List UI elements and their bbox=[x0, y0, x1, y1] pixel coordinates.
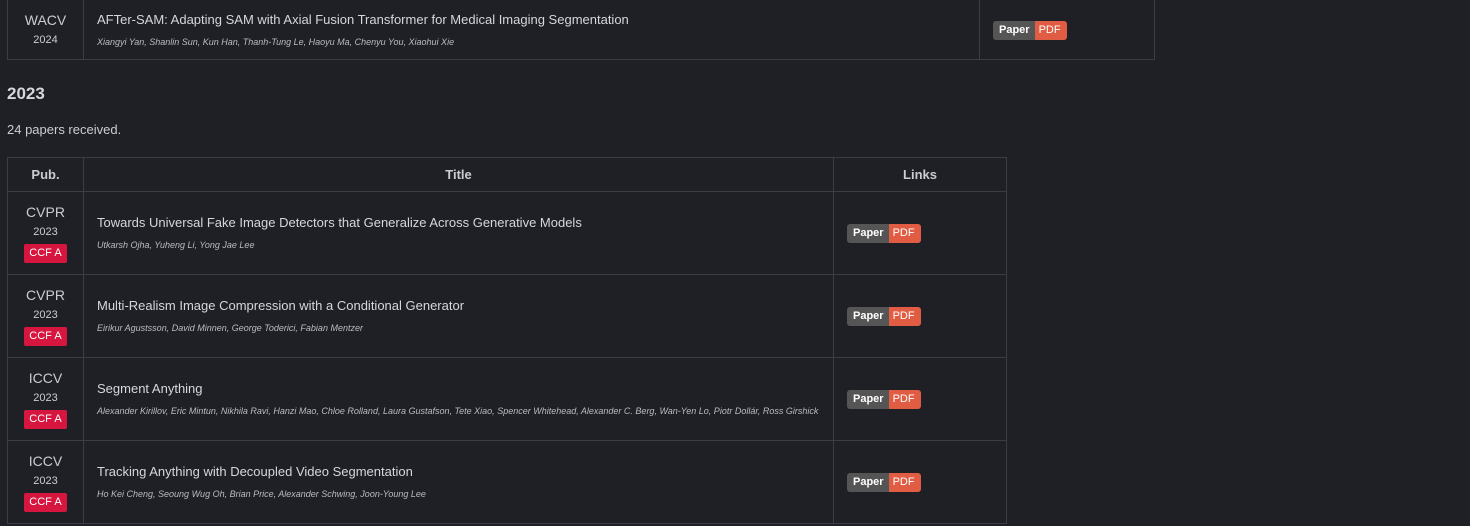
paper-title: Towards Universal Fake Image Detectors t… bbox=[97, 215, 582, 230]
paper-pdf-badge-link[interactable]: Paper PDF bbox=[847, 224, 921, 243]
pub-cell: CVPR 2023 CCF A bbox=[7, 191, 84, 275]
pub-cell: CVPR 2023 CCF A bbox=[7, 274, 84, 358]
venue-year: 2023 bbox=[33, 391, 58, 404]
paper-authors: Xiangyi Yan, Shanlin Sun, Kun Han, Thanh… bbox=[97, 36, 455, 47]
venue-name: ICCV bbox=[28, 452, 63, 469]
ccf-rank-badge: CCF A bbox=[24, 409, 67, 429]
venue-name: CVPR bbox=[26, 203, 65, 220]
badge-value: PDF bbox=[888, 307, 921, 326]
badge-value: PDF bbox=[888, 473, 921, 492]
year-heading: 2023 bbox=[7, 84, 45, 103]
badge-value: PDF bbox=[888, 224, 921, 243]
paper-authors: Alexander Kirillov, Eric Mintun, Nikhila… bbox=[97, 406, 819, 416]
links-cell: Paper PDF bbox=[833, 274, 1007, 358]
venue-name: WACV bbox=[24, 12, 67, 28]
links-cell: Paper PDF bbox=[833, 357, 1007, 441]
paper-authors: Eirikur Agustsson, David Minnen, George … bbox=[97, 323, 363, 333]
venue-year: 2023 bbox=[33, 474, 58, 487]
title-cell: Towards Universal Fake Image Detectors t… bbox=[83, 191, 834, 275]
paper-title: Multi-Realism Image Compression with a C… bbox=[97, 298, 465, 313]
table-row: ICCV 2023 CCF A Segment Anything Alexand… bbox=[7, 357, 1007, 441]
prev-section-table: WACV 2024 AFTer-SAM: Adapting SAM with A… bbox=[7, 0, 1155, 60]
table-header-row: Pub. Title Links bbox=[7, 157, 1007, 192]
badge-value: PDF bbox=[888, 390, 921, 409]
venue-year: 2023 bbox=[33, 308, 58, 321]
badge-label: Paper bbox=[847, 390, 889, 409]
links-cell: Paper PDF bbox=[833, 191, 1007, 275]
paper-pdf-badge-link[interactable]: Paper PDF bbox=[993, 20, 1067, 40]
paper-title: AFTer-SAM: Adapting SAM with Axial Fusio… bbox=[97, 11, 629, 27]
table-row: CVPR 2023 CCF A Multi-Realism Image Comp… bbox=[7, 274, 1007, 358]
venue-name: CVPR bbox=[26, 286, 65, 303]
ccf-rank-badge: CCF A bbox=[24, 492, 67, 512]
table-row: WACV 2024 AFTer-SAM: Adapting SAM with A… bbox=[7, 0, 1155, 60]
pub-cell: ICCV 2023 CCF A bbox=[7, 357, 84, 441]
badge-value: PDF bbox=[1034, 20, 1067, 40]
title-cell: Tracking Anything with Decoupled Video S… bbox=[83, 440, 834, 524]
venue-year: 2024 bbox=[33, 34, 58, 46]
table-row: CVPR 2023 CCF A Towards Universal Fake I… bbox=[7, 191, 1007, 275]
badge-label: Paper bbox=[847, 224, 889, 243]
paper-title: Segment Anything bbox=[97, 381, 203, 396]
paper-authors: Utkarsh Ojha, Yuheng Li, Yong Jae Lee bbox=[97, 240, 255, 250]
badge-label: Paper bbox=[993, 20, 1035, 40]
header-title: Title bbox=[83, 157, 834, 192]
badge-label: Paper bbox=[847, 307, 889, 326]
links-cell: Paper PDF bbox=[979, 0, 1155, 60]
paper-count-text: 24 papers received. bbox=[7, 122, 122, 137]
paper-pdf-badge-link[interactable]: Paper PDF bbox=[847, 307, 921, 326]
table-row: ICCV 2023 CCF A Tracking Anything with D… bbox=[7, 440, 1007, 524]
pub-cell: ICCV 2023 CCF A bbox=[7, 440, 84, 524]
badge-label: Paper bbox=[847, 473, 889, 492]
ccf-rank-badge: CCF A bbox=[24, 243, 67, 263]
venue-year: 2023 bbox=[33, 225, 58, 238]
paper-pdf-badge-link[interactable]: Paper PDF bbox=[847, 390, 921, 409]
ccf-rank-badge: CCF A bbox=[24, 326, 67, 346]
paper-title: Tracking Anything with Decoupled Video S… bbox=[97, 464, 413, 479]
paper-pdf-badge-link[interactable]: Paper PDF bbox=[847, 473, 921, 492]
links-cell: Paper PDF bbox=[833, 440, 1007, 524]
title-cell: Multi-Realism Image Compression with a C… bbox=[83, 274, 834, 358]
header-links: Links bbox=[833, 157, 1007, 192]
venue-name: ICCV bbox=[28, 369, 63, 386]
pub-cell: WACV 2024 bbox=[7, 0, 84, 60]
header-pub: Pub. bbox=[7, 157, 84, 192]
title-cell: AFTer-SAM: Adapting SAM with Axial Fusio… bbox=[83, 0, 980, 60]
title-cell: Segment Anything Alexander Kirillov, Eri… bbox=[83, 357, 834, 441]
papers-table: Pub. Title Links CVPR 2023 CCF A Towards… bbox=[7, 157, 1007, 524]
paper-authors: Ho Kei Cheng, Seoung Wug Oh, Brian Price… bbox=[97, 489, 426, 499]
